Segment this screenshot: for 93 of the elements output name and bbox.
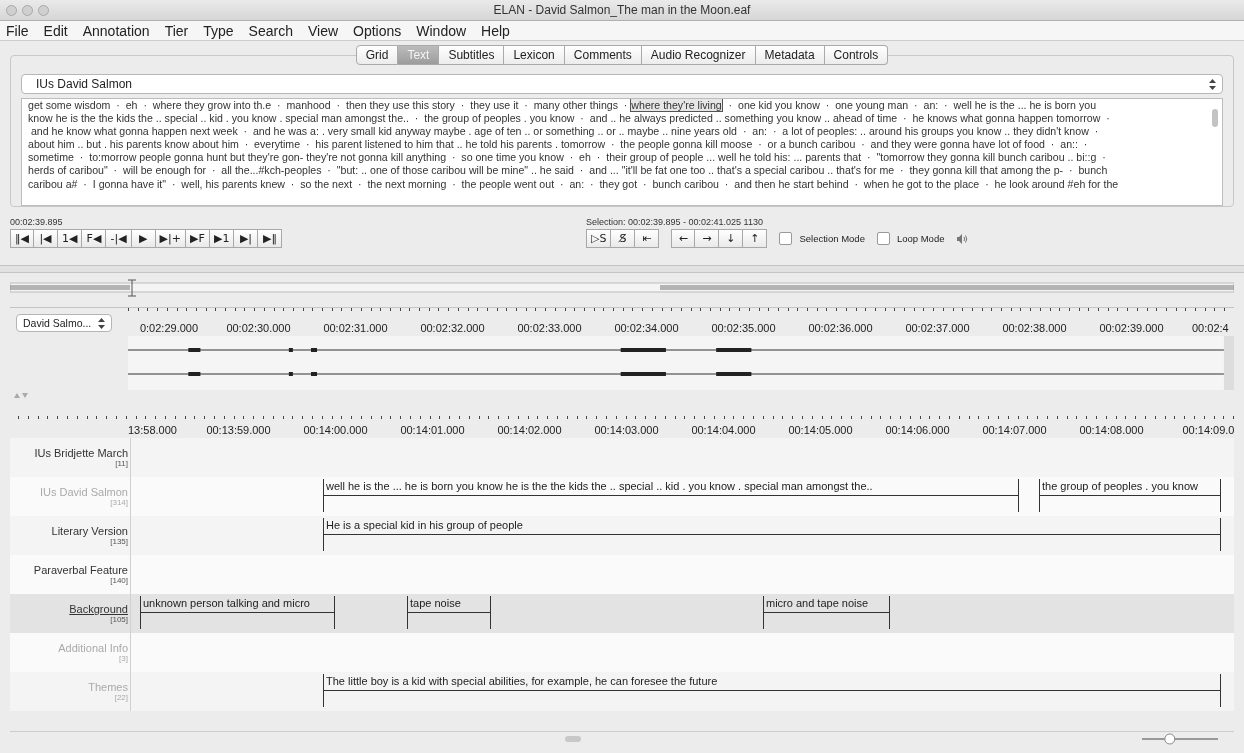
- navigation-button[interactable]: ↑: [743, 229, 768, 248]
- tab[interactable]: Lexicon: [504, 45, 565, 65]
- menu-item[interactable]: File: [6, 22, 29, 39]
- tab[interactable]: Metadata: [755, 45, 825, 65]
- annotation[interactable]: tape noise: [407, 596, 491, 629]
- annotation-text[interactable]: caribou a# · I gonna have it" · well, his parents knew · so the next · the next morning · the people went out · an: · they got · bunch caribou · and then he start behind · when he got to the place · he look around #eh for the: [28, 177, 1119, 190]
- window-title: ELAN - David Salmon_The man in the Moon.eaf: [493, 3, 751, 17]
- menu-item[interactable]: Tier: [164, 22, 189, 39]
- playback-button[interactable]: F◀: [82, 229, 107, 248]
- time-label: 00:14:06.000: [884, 424, 951, 438]
- time-label: 00:14:07.000: [981, 424, 1048, 438]
- time-label: 00:14:03.000: [593, 424, 660, 438]
- playback-button[interactable]: ‖◀: [10, 229, 34, 248]
- selection-info: Selection: 00:02:39.895 - 00:02:41.025 1130: [586, 217, 764, 229]
- playback-button[interactable]: ▶|+: [155, 229, 186, 248]
- selection-button[interactable]: ⇤: [635, 229, 660, 248]
- annotation[interactable]: The little boy is a kid with special abilities, for example, he can foresee the future: [323, 674, 1221, 707]
- annotation[interactable]: well he is the ... he is born you know he is the the kids the .. special .. kid . you know . special man amongst the..: [323, 479, 1019, 512]
- menu-item[interactable]: Edit: [43, 22, 68, 39]
- annotation-text[interactable]: know he is the the kids the .. special .. kid . you know . special man amongst the.. · the group of peoples . you know · and .. he always predicted .. something you know .. ahead of time · he knows what gonna happen tomorrow ·: [28, 112, 1110, 125]
- time-label: 0:02:29.000: [138, 322, 200, 336]
- navigation-button[interactable]: ←: [671, 229, 696, 248]
- menu-item[interactable]: Annotation: [82, 22, 150, 39]
- playback-button[interactable]: 1◀: [58, 229, 83, 248]
- time-label: 00:14:04.000: [690, 424, 757, 438]
- tab[interactable]: Controls: [824, 45, 889, 65]
- annotation[interactable]: He is a special kid in his group of people: [323, 518, 1221, 551]
- annotation[interactable]: unknown person talking and micro: [140, 596, 335, 629]
- annotation-text[interactable]: about him .. but . his parents know about him · everytime · his parent listened to him that .. he told his parents . tomorrow · the people gonna kill moose · or a bunch caribou · and they were gonna have lot of food · an:: ·: [28, 138, 1088, 151]
- time-label: 00:02:35.000: [710, 322, 777, 336]
- time-label: 00:02:38.000: [1001, 322, 1068, 336]
- tab[interactable]: Audio Recognizer: [641, 45, 756, 65]
- annotation-count: [140]: [110, 576, 128, 585]
- time-label: 00:02:37.000: [904, 322, 971, 336]
- selected-annotation[interactable]: where they're living: [630, 99, 723, 112]
- annotation-count: [22]: [114, 693, 128, 702]
- annotation-count: [105]: [110, 615, 128, 624]
- time-label: 00:14:05.000: [787, 424, 854, 438]
- annotation-count: [11]: [115, 459, 128, 468]
- time-label: 00:02:36.000: [807, 322, 874, 336]
- playback-button[interactable]: ▶1: [210, 229, 235, 248]
- time-label: 00:02:4: [1191, 322, 1229, 336]
- playback-button[interactable]: ▶: [131, 229, 156, 248]
- time-label: 00:02:33.000: [516, 322, 583, 336]
- navigation-button[interactable]: ↓: [719, 229, 744, 248]
- time-label: 00:02:32.000: [419, 322, 486, 336]
- time-label: 00:13:59.000: [205, 424, 272, 438]
- tab[interactable]: Comments: [564, 45, 642, 65]
- annotation-text[interactable]: get some wisdom · eh · where they grow into th.e · manhood · then they use this story · they use it · many other things ·: [28, 99, 631, 111]
- tier-name[interactable]: Literary Version: [51, 525, 128, 537]
- time-label: 00:02:34.000: [613, 322, 680, 336]
- selection-button[interactable]: ▷S: [586, 229, 612, 248]
- annotation-count: [314]: [110, 498, 128, 507]
- playback-button[interactable]: |◀: [34, 229, 58, 248]
- menu-item[interactable]: Search: [248, 22, 293, 39]
- annotation-text[interactable]: and he know what gonna happen next week · and he was a: . very small kid anyway maybe . age of ten .. or something .. or .. maybe .. nine years old · an: · a lot of peoples: .. around his groups you know .. they didn't know ·: [28, 125, 1099, 138]
- time-label: 00:14:02.000: [496, 424, 563, 438]
- menu-item[interactable]: Help: [481, 22, 510, 39]
- annotation-count: [3]: [119, 654, 128, 663]
- annotation-text[interactable]: herds of caribou" · will be enough for · all the...#kch-peoples · "but: .. one of those caribou will be mine" .. he said · and ... "it'll be fat one too .. that's a special caribou .. that's for me · they gonna kill that among the p- · bunch: [28, 164, 1108, 177]
- tier-dropdown[interactable]: IUs David Salmon: [21, 74, 1223, 94]
- current-time: 00:02:39.895: [10, 217, 64, 229]
- selection-button[interactable]: S̸: [611, 229, 636, 248]
- time-label: 00:02:39.000: [1098, 322, 1165, 336]
- time-label: 00:02:30.000: [225, 322, 292, 336]
- annotation[interactable]: the group of peoples . you know: [1039, 479, 1221, 512]
- tier-name[interactable]: Background: [69, 603, 128, 615]
- time-label: 00:14:01.000: [399, 424, 466, 438]
- annotation-count: [135]: [110, 537, 128, 546]
- annotation-text[interactable]: sometime · to:morrow people gonna hunt but they're gon- they're not gonna kill anything · so one time you know · eh · their group of people ... well he told his: ... parents that · "tomorrow they gonna kill bunch caribou .. bi::g ·: [28, 151, 1106, 164]
- annotation-text[interactable]: · one kid you know · one young man · an: · well he is the ... he is born you: [722, 99, 1097, 111]
- tab[interactable]: Subtitles: [439, 45, 505, 65]
- tier-name[interactable]: Paraverbal Feature: [33, 564, 128, 576]
- menu-item[interactable]: Window: [416, 22, 467, 39]
- playback-button[interactable]: ▶F: [186, 229, 210, 248]
- checkbox-label: Loop Mode: [896, 233, 945, 244]
- track-dropdown[interactable]: David Salmo...: [16, 314, 112, 332]
- menu-item[interactable]: View: [307, 22, 339, 39]
- time-label: 00:14:09.0: [1181, 424, 1236, 438]
- playback-button[interactable]: ▶|: [234, 229, 259, 248]
- checkbox-label: Selection Mode: [799, 233, 865, 244]
- menu-item[interactable]: Type: [203, 22, 234, 39]
- annotation[interactable]: micro and tape noise: [763, 596, 890, 629]
- playback-button[interactable]: -|◀: [106, 229, 132, 248]
- navigation-button[interactable]: →: [695, 229, 720, 248]
- tier-name[interactable]: IUs Bridjette March: [34, 447, 128, 459]
- tab[interactable]: Grid: [355, 45, 399, 65]
- time-label: 13:58.000: [128, 424, 178, 438]
- time-label: 00:14:00.000: [302, 424, 369, 438]
- time-label: 00:14:08.000: [1078, 424, 1145, 438]
- playback-button[interactable]: ▶‖: [258, 229, 283, 248]
- menu-item[interactable]: Options: [353, 22, 402, 39]
- time-label: 00:02:31.000: [322, 322, 389, 336]
